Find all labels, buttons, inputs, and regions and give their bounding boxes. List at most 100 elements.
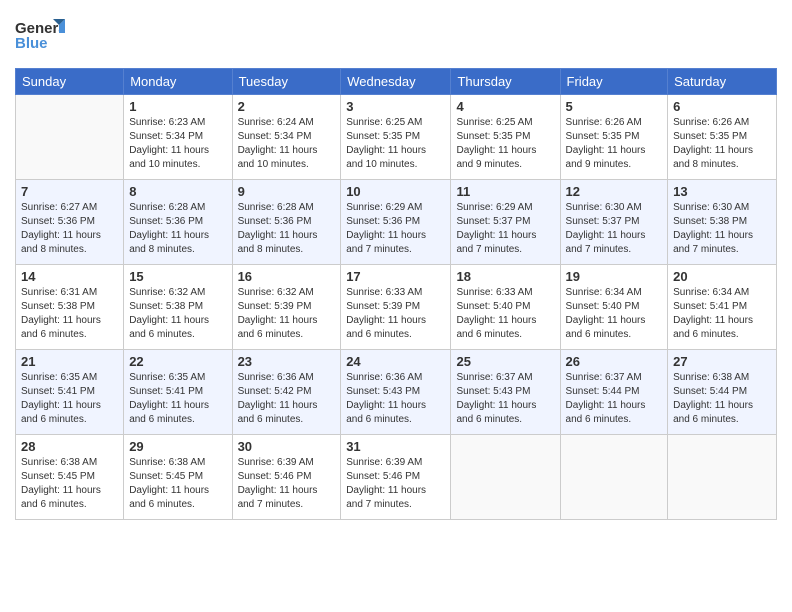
header-sunday: Sunday — [16, 69, 124, 95]
day-info: Sunrise: 6:32 AMSunset: 5:39 PMDaylight:… — [238, 286, 336, 342]
calendar-cell — [16, 95, 124, 180]
calendar-cell: 29 Sunrise: 6:38 AMSunset: 5:45 PMDayligh… — [124, 435, 232, 520]
day-number: 17 — [346, 269, 445, 284]
calendar-cell: 10 Sunrise: 6:29 AMSunset: 5:36 PMDayligh… — [341, 180, 451, 265]
day-number: 20 — [673, 269, 771, 284]
day-info: Sunrise: 6:23 AMSunset: 5:34 PMDaylight:… — [129, 116, 226, 172]
calendar-cell: 28Sunrise: 6:38 AMSunset: 5:45 PMDayligh… — [16, 435, 124, 520]
day-info: Sunrise: 6:38 AMSunset: 5:45 PMDaylight:… — [21, 456, 118, 512]
calendar-cell: 17Sunrise: 6:33 AMSunset: 5:39 PMDayligh… — [341, 265, 451, 350]
calendar-cell: 24Sunrise: 6:36 AMSunset: 5:43 PMDayligh… — [341, 350, 451, 435]
day-info: Sunrise: 6:39 AMSunset: 5:46 PMDaylight:… — [346, 456, 445, 512]
day-number: 29 — [129, 439, 226, 454]
day-number: 4 — [456, 99, 554, 114]
calendar-cell: 16 Sunrise: 6:32 AMSunset: 5:39 PMDayligh… — [232, 265, 341, 350]
calendar-cell: 4 Sunrise: 6:25 AMSunset: 5:35 PMDaylight… — [451, 95, 560, 180]
day-info: Sunrise: 6:28 AMSunset: 5:36 PMDaylight:… — [238, 201, 336, 257]
day-info: Sunrise: 6:37 AMSunset: 5:43 PMDaylight:… — [456, 371, 554, 427]
calendar-week-row: 28Sunrise: 6:38 AMSunset: 5:45 PMDayligh… — [16, 435, 777, 520]
calendar-cell: 21 Sunrise: 6:35 AMSunset: 5:41 PMDayligh… — [16, 350, 124, 435]
day-number: 16 — [238, 269, 336, 284]
calendar-cell: 19Sunrise: 6:34 AMSunset: 5:40 PMDayligh… — [560, 265, 668, 350]
day-number: 1 — [129, 99, 226, 114]
calendar-cell — [668, 435, 777, 520]
header-thursday: Thursday — [451, 69, 560, 95]
calendar-cell: 3Sunrise: 6:25 AMSunset: 5:35 PMDaylight… — [341, 95, 451, 180]
calendar-cell: 8 Sunrise: 6:28 AMSunset: 5:36 PMDaylight… — [124, 180, 232, 265]
day-number: 2 — [238, 99, 336, 114]
day-info: Sunrise: 6:36 AMSunset: 5:42 PMDaylight:… — [238, 371, 336, 427]
day-number: 19 — [566, 269, 663, 284]
day-info: Sunrise: 6:32 AMSunset: 5:38 PMDaylight:… — [129, 286, 226, 342]
calendar-week-row: 21 Sunrise: 6:35 AMSunset: 5:41 PMDayligh… — [16, 350, 777, 435]
calendar-cell: 30 Sunrise: 6:39 AMSunset: 5:46 PMDayligh… — [232, 435, 341, 520]
logo: General Blue — [15, 15, 65, 60]
calendar-cell: 5 Sunrise: 6:26 AMSunset: 5:35 PMDaylight… — [560, 95, 668, 180]
day-number: 6 — [673, 99, 771, 114]
calendar-week-row: 1 Sunrise: 6:23 AMSunset: 5:34 PMDaylight… — [16, 95, 777, 180]
day-number: 30 — [238, 439, 336, 454]
day-number: 22 — [129, 354, 226, 369]
calendar-cell: 11 Sunrise: 6:29 AMSunset: 5:37 PMDayligh… — [451, 180, 560, 265]
day-info: Sunrise: 6:29 AMSunset: 5:36 PMDaylight:… — [346, 201, 445, 257]
calendar-week-row: 7 Sunrise: 6:27 AMSunset: 5:36 PMDaylight… — [16, 180, 777, 265]
calendar-cell: 27Sunrise: 6:38 AMSunset: 5:44 PMDayligh… — [668, 350, 777, 435]
day-info: Sunrise: 6:30 AMSunset: 5:38 PMDaylight:… — [673, 201, 771, 257]
day-number: 23 — [238, 354, 336, 369]
day-number: 10 — [346, 184, 445, 199]
day-info: Sunrise: 6:35 AMSunset: 5:41 PMDaylight:… — [129, 371, 226, 427]
day-number: 13 — [673, 184, 771, 199]
calendar-table: SundayMondayTuesdayWednesdayThursdayFrid… — [15, 68, 777, 520]
calendar-week-row: 14 Sunrise: 6:31 AMSunset: 5:38 PMDayligh… — [16, 265, 777, 350]
day-number: 26 — [566, 354, 663, 369]
calendar-cell: 9 Sunrise: 6:28 AMSunset: 5:36 PMDaylight… — [232, 180, 341, 265]
day-info: Sunrise: 6:38 AMSunset: 5:45 PMDaylight:… — [129, 456, 226, 512]
day-number: 7 — [21, 184, 118, 199]
day-info: Sunrise: 6:39 AMSunset: 5:46 PMDaylight:… — [238, 456, 336, 512]
calendar-cell: 18Sunrise: 6:33 AMSunset: 5:40 PMDayligh… — [451, 265, 560, 350]
calendar-cell: 23 Sunrise: 6:36 AMSunset: 5:42 PMDayligh… — [232, 350, 341, 435]
calendar-cell: 14 Sunrise: 6:31 AMSunset: 5:38 PMDayligh… — [16, 265, 124, 350]
calendar-cell: 7 Sunrise: 6:27 AMSunset: 5:36 PMDaylight… — [16, 180, 124, 265]
calendar-cell — [560, 435, 668, 520]
day-info: Sunrise: 6:26 AMSunset: 5:35 PMDaylight:… — [673, 116, 771, 172]
calendar-cell: 25 Sunrise: 6:37 AMSunset: 5:43 PMDayligh… — [451, 350, 560, 435]
day-info: Sunrise: 6:28 AMSunset: 5:36 PMDaylight:… — [129, 201, 226, 257]
calendar-cell: 15 Sunrise: 6:32 AMSunset: 5:38 PMDayligh… — [124, 265, 232, 350]
calendar-cell: 2 Sunrise: 6:24 AMSunset: 5:34 PMDaylight… — [232, 95, 341, 180]
calendar-cell: 6 Sunrise: 6:26 AMSunset: 5:35 PMDaylight… — [668, 95, 777, 180]
day-info: Sunrise: 6:37 AMSunset: 5:44 PMDaylight:… — [566, 371, 663, 427]
header-tuesday: Tuesday — [232, 69, 341, 95]
header-wednesday: Wednesday — [341, 69, 451, 95]
day-info: Sunrise: 6:27 AMSunset: 5:36 PMDaylight:… — [21, 201, 118, 257]
day-number: 14 — [21, 269, 118, 284]
day-info: Sunrise: 6:34 AMSunset: 5:41 PMDaylight:… — [673, 286, 771, 342]
day-info: Sunrise: 6:36 AMSunset: 5:43 PMDaylight:… — [346, 371, 445, 427]
header-monday: Monday — [124, 69, 232, 95]
calendar-cell: 31 Sunrise: 6:39 AMSunset: 5:46 PMDayligh… — [341, 435, 451, 520]
calendar-cell: 1 Sunrise: 6:23 AMSunset: 5:34 PMDaylight… — [124, 95, 232, 180]
day-info: Sunrise: 6:29 AMSunset: 5:37 PMDaylight:… — [456, 201, 554, 257]
logo-mark: General Blue — [15, 15, 65, 60]
day-info: Sunrise: 6:38 AMSunset: 5:44 PMDaylight:… — [673, 371, 771, 427]
day-info: Sunrise: 6:31 AMSunset: 5:38 PMDaylight:… — [21, 286, 118, 342]
calendar-cell: 12Sunrise: 6:30 AMSunset: 5:37 PMDayligh… — [560, 180, 668, 265]
day-number: 5 — [566, 99, 663, 114]
header: General Blue — [15, 10, 777, 60]
calendar-cell: 26 Sunrise: 6:37 AMSunset: 5:44 PMDayligh… — [560, 350, 668, 435]
header-friday: Friday — [560, 69, 668, 95]
day-number: 8 — [129, 184, 226, 199]
calendar-cell — [451, 435, 560, 520]
day-info: Sunrise: 6:24 AMSunset: 5:34 PMDaylight:… — [238, 116, 336, 172]
day-number: 31 — [346, 439, 445, 454]
day-number: 25 — [456, 354, 554, 369]
day-number: 15 — [129, 269, 226, 284]
day-number: 21 — [21, 354, 118, 369]
day-info: Sunrise: 6:35 AMSunset: 5:41 PMDaylight:… — [21, 371, 118, 427]
day-number: 9 — [238, 184, 336, 199]
day-number: 11 — [456, 184, 554, 199]
day-info: Sunrise: 6:25 AMSunset: 5:35 PMDaylight:… — [456, 116, 554, 172]
day-number: 18 — [456, 269, 554, 284]
day-info: Sunrise: 6:30 AMSunset: 5:37 PMDaylight:… — [566, 201, 663, 257]
day-info: Sunrise: 6:26 AMSunset: 5:35 PMDaylight:… — [566, 116, 663, 172]
